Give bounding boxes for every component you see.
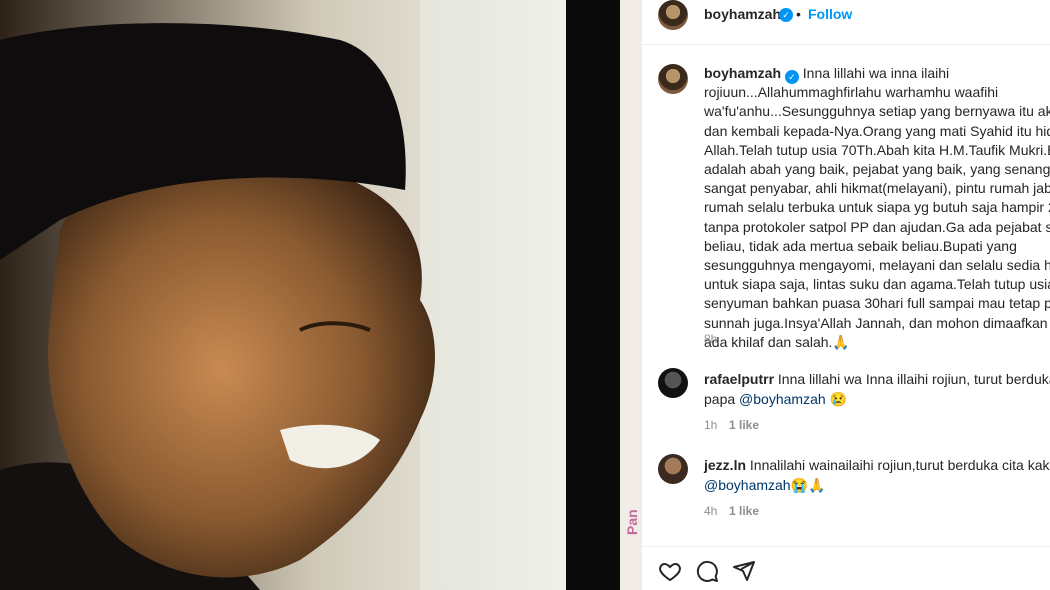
share-icon[interactable] (732, 559, 756, 583)
comment-timestamp[interactable]: 4h (704, 504, 717, 518)
verified-badge-icon: ✓ (784, 70, 799, 84)
mention-link[interactable]: @boyhamzah (739, 391, 826, 407)
commenter-avatar[interactable] (658, 454, 688, 484)
caption-line: untuk siapa saja, lintas suku dan agama.… (704, 276, 1050, 293)
post-header: boyhamzah ✓ • Follow (642, 0, 1050, 45)
comment-username[interactable]: rafaelputrr (704, 371, 774, 387)
caption-line: tanpa protokoler satpol PP dan ajudan.Ga… (704, 218, 1050, 235)
next-post-preview[interactable] (620, 0, 642, 590)
comment-body: jezz.ln Innalilahi wainailaihi rojiun,tu… (704, 455, 1050, 495)
verified-badge-icon: ✓ (779, 8, 793, 22)
comment-emoji: 😢 (825, 391, 847, 407)
portrait-illustration (0, 0, 566, 590)
comment-text: papa (704, 391, 740, 407)
caption-timestamp[interactable]: 8h (704, 332, 717, 346)
caption-line: Inna lillahi wa inna ilaihi (802, 65, 950, 81)
comment-likes[interactable]: 1 like (729, 418, 759, 432)
commenter-avatar[interactable] (658, 368, 688, 398)
caption-line: wa'fu'anhu...Sesungguhnya setiap yang be… (704, 103, 1050, 120)
follow-button[interactable]: Follow (808, 6, 852, 22)
comment-text: Innalilahi wainailaihi rojiun,turut berd… (749, 457, 1050, 473)
comment-emoji: 😭🙏 (790, 477, 826, 493)
mention-link[interactable]: @boyhamzah (704, 477, 791, 493)
caption-line: sunnah juga.Insya'Allah Jannah, dan moho… (704, 314, 1050, 331)
caption-line: Allah.Telah tutup usia 70Th.Abah kita H.… (704, 141, 1050, 158)
comment-username[interactable]: jezz.ln (704, 457, 746, 473)
comment-icon[interactable] (695, 559, 719, 583)
author-username[interactable]: boyhamzah (704, 6, 781, 22)
caption-line: senyuman bahkan puasa 30hari full sampai… (704, 295, 1050, 312)
caption-line: rojiuun...Allahummaghfirlahu warhamhu wa… (704, 84, 999, 101)
post-caption: boyhamzah ✓ Inna lillahi wa inna ilaihi … (704, 64, 1050, 352)
comment-timestamp[interactable]: 1h (704, 418, 717, 432)
caption-line: sesungguhnya mengayomi, melayani dan sel… (704, 257, 1050, 274)
caption-line: dan kembali kepada-Nya.Orang yang mati S… (704, 122, 1050, 139)
comment-likes[interactable]: 1 like (729, 504, 759, 518)
author-avatar[interactable] (658, 0, 688, 30)
post-detail-panel: boyhamzah ✓ • Follow boyhamzah ✓ Inna li… (642, 0, 1050, 590)
caption-line: ada khilaf dan salah.🙏 (704, 333, 850, 350)
post-photo[interactable] (0, 0, 566, 590)
next-post-preview-text: Pan (624, 509, 640, 535)
action-bar (642, 546, 1050, 590)
caption-line: beliau, tidak ada mertua sebaik beliau.B… (704, 237, 1017, 254)
separator-dot: • (796, 6, 801, 22)
caption-line: rumah selalu terbuka untuk siapa yg butu… (704, 199, 1050, 216)
caption-line: adalah abah yang baik, pejabat yang baik… (704, 161, 1050, 178)
comment-text: Inna lillahi wa Inna illaihi rojiun, tur… (777, 371, 1050, 387)
caption-avatar[interactable] (658, 64, 688, 94)
caption-username[interactable]: boyhamzah (704, 65, 781, 81)
heart-icon[interactable] (658, 559, 682, 583)
caption-line: sangat penyabar, ahli hikmat(melayani), … (704, 180, 1050, 197)
comment-body: rafaelputrr Inna lillahi wa Inna illaihi… (704, 369, 1050, 409)
